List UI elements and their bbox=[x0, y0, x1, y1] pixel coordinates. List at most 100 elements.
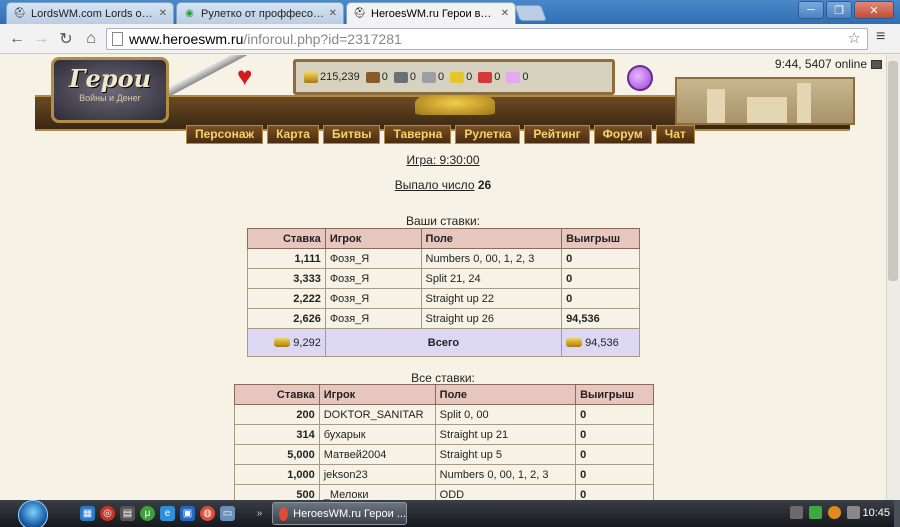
close-window-button[interactable]: ✕ bbox=[854, 1, 894, 19]
nav-forum[interactable]: Форум bbox=[593, 125, 652, 144]
resource-wood: 0 bbox=[365, 71, 388, 83]
col-field: Поле bbox=[434, 384, 577, 405]
resource-crystals: 0 bbox=[478, 71, 500, 83]
table-row: 2,222 Фозя_Я Straight up 22 0 bbox=[247, 288, 640, 309]
tab-close-icon[interactable]: ✕ bbox=[329, 8, 337, 19]
page-content: Герои Войны и Денег ♥ 215,239 0 0 0 0 0 … bbox=[0, 55, 900, 500]
tab-close-icon[interactable]: ✕ bbox=[159, 8, 167, 19]
online-status: 9:44, 5407 online bbox=[775, 57, 882, 71]
ore-icon bbox=[393, 71, 408, 83]
resource-gems: 0 bbox=[506, 71, 529, 83]
menu-icon[interactable]: ≡ bbox=[876, 28, 885, 46]
result-label[interactable]: Выпало число bbox=[395, 178, 475, 192]
wood-icon bbox=[365, 71, 380, 83]
taskbar-clock[interactable]: 10:45 bbox=[862, 507, 890, 519]
logo-subtitle: Войны и Денег bbox=[79, 93, 141, 103]
nav-character[interactable]: Персонаж bbox=[186, 125, 264, 144]
mercury-icon bbox=[422, 71, 437, 83]
folder-icon[interactable]: ▣ bbox=[180, 506, 195, 521]
table-row: 5,000 Матвей2004 Straight up 5 0 bbox=[234, 444, 654, 465]
col-win: Выигрыш bbox=[575, 384, 654, 405]
helmet-icon: ⛑ bbox=[353, 8, 366, 19]
logo-title: Герои bbox=[68, 64, 152, 93]
crystal-icon bbox=[478, 71, 493, 83]
nav-map[interactable]: Карта bbox=[267, 125, 319, 144]
scrollbar-thumb[interactable] bbox=[888, 61, 898, 281]
sulfur-icon bbox=[450, 71, 465, 83]
explorer-icon[interactable]: ▦ bbox=[80, 506, 95, 521]
start-button[interactable] bbox=[18, 500, 48, 527]
network-icon[interactable] bbox=[809, 506, 822, 519]
resource-gold: 215,239 bbox=[304, 71, 360, 83]
table-header-row: Ставка Игрок Поле Выигрыш bbox=[234, 384, 654, 405]
url-host: www.heroeswm.ru bbox=[129, 31, 244, 47]
nav-chat[interactable]: Чат bbox=[655, 125, 695, 144]
tab-close-icon[interactable]: ✕ bbox=[501, 8, 509, 19]
utorrent-icon[interactable]: μ bbox=[140, 506, 155, 521]
tv-icon[interactable] bbox=[871, 59, 882, 69]
resources-bar: 215,239 0 0 0 0 0 0 bbox=[293, 59, 615, 95]
chevron-icon[interactable]: » bbox=[252, 506, 267, 521]
gold-icon bbox=[566, 338, 583, 348]
nav-tavern[interactable]: Таверна bbox=[384, 125, 452, 144]
table-row: 2,626 Фозя_Я Straight up 26 94,536 bbox=[247, 308, 640, 329]
col-bet: Ставка bbox=[234, 384, 320, 405]
browser-titlebar: ⛑ LordsWM.com Lords of War a ✕ ◉ Рулетко… bbox=[0, 0, 900, 24]
gem-icon bbox=[506, 71, 521, 83]
home-icon[interactable]: ⌂ bbox=[80, 29, 102, 49]
maximize-button[interactable]: ❐ bbox=[826, 1, 852, 19]
result-number: 26 bbox=[477, 178, 492, 192]
opera-icon[interactable]: ◎ bbox=[100, 506, 115, 521]
mana-potion-icon[interactable] bbox=[627, 65, 653, 91]
all-bets-table: Ставка Игрок Поле Выигрыш 200 DOKTOR_SAN… bbox=[234, 384, 654, 500]
tab-title: HeroesWM.ru Герои войны bbox=[371, 7, 497, 20]
speaker-icon[interactable] bbox=[847, 506, 860, 519]
tab-heroeswm[interactable]: ⛑ HeroesWM.ru Герои войны ✕ bbox=[346, 2, 516, 24]
arrow-up-icon[interactable] bbox=[790, 506, 803, 519]
game-time-row: Игра: 9:30:00 bbox=[0, 153, 886, 167]
chrome-icon[interactable]: ◍ bbox=[200, 506, 215, 521]
health-heart-icon[interactable]: ♥ bbox=[237, 63, 252, 89]
resource-sulfur: 0 bbox=[450, 71, 472, 83]
system-tray bbox=[790, 506, 860, 519]
nav-roulette[interactable]: Рулетка bbox=[455, 125, 521, 144]
back-arrow-icon[interactable]: ← bbox=[6, 29, 28, 49]
new-tab-button[interactable] bbox=[514, 5, 547, 21]
taskbar-chrome-window[interactable]: HeroesWM.ru Герои ... bbox=[272, 502, 407, 525]
castle-picture bbox=[675, 77, 855, 125]
media-icon[interactable]: ▤ bbox=[120, 506, 135, 521]
update-icon[interactable] bbox=[828, 506, 841, 519]
show-desktop-button[interactable] bbox=[894, 500, 900, 527]
all-bets-caption: Все ставки: bbox=[411, 371, 475, 385]
game-logo[interactable]: Герои Войны и Денег bbox=[51, 57, 169, 123]
minimize-button[interactable]: ─ bbox=[798, 1, 824, 19]
reload-icon[interactable]: ↻ bbox=[55, 29, 77, 49]
forward-arrow-icon[interactable]: → bbox=[30, 29, 52, 49]
chrome-icon bbox=[279, 506, 289, 521]
your-bets-table: Ставка Игрок Поле Выигрыш 1,111 Фозя_Я N… bbox=[247, 228, 640, 357]
col-win: Выигрыш bbox=[561, 228, 640, 249]
bookmark-star-icon[interactable]: ☆ bbox=[848, 29, 861, 49]
tab-lordswm[interactable]: ⛑ LordsWM.com Lords of War a ✕ bbox=[6, 2, 174, 24]
tab-title: LordsWM.com Lords of War a bbox=[31, 7, 155, 20]
col-field: Поле bbox=[420, 228, 563, 249]
window-icon[interactable]: ▭ bbox=[220, 506, 235, 521]
nav-rating[interactable]: Рейтинг bbox=[524, 125, 590, 144]
address-bar[interactable]: www.heroeswm.ru/inforoul.php?id=2317281 … bbox=[106, 28, 868, 50]
table-row: 500 _Мелоки ODD 0 bbox=[234, 484, 654, 500]
ie-icon[interactable]: e bbox=[160, 506, 175, 521]
windows-taskbar: ▦ ◎ ▤ μ e ▣ ◍ ▭ » HeroesWM.ru Герои ... … bbox=[0, 500, 900, 527]
nav-battles[interactable]: Битвы bbox=[322, 125, 381, 144]
browser-toolbar: ← → ↻ ⌂ www.heroeswm.ru/inforoul.php?id=… bbox=[0, 24, 900, 54]
tab-title: Рулетко от проффесора - д bbox=[201, 7, 325, 20]
page-scrollbar[interactable] bbox=[886, 55, 900, 500]
total-win-cell: 94,536 bbox=[561, 328, 640, 357]
table-row: 1,000 jekson23 Numbers 0, 00, 1, 2, 3 0 bbox=[234, 464, 654, 485]
helmet-icon: ⛑ bbox=[13, 8, 26, 19]
col-bet: Ставка bbox=[247, 228, 326, 249]
tab-roulette[interactable]: ◉ Рулетко от проффесора - д ✕ bbox=[176, 2, 344, 24]
game-time-link[interactable]: Игра: 9:30:00 bbox=[406, 153, 479, 167]
col-player: Игрок bbox=[324, 228, 422, 249]
green-circle-icon: ◉ bbox=[185, 8, 194, 19]
total-bet-cell: 9,292 bbox=[247, 328, 326, 357]
